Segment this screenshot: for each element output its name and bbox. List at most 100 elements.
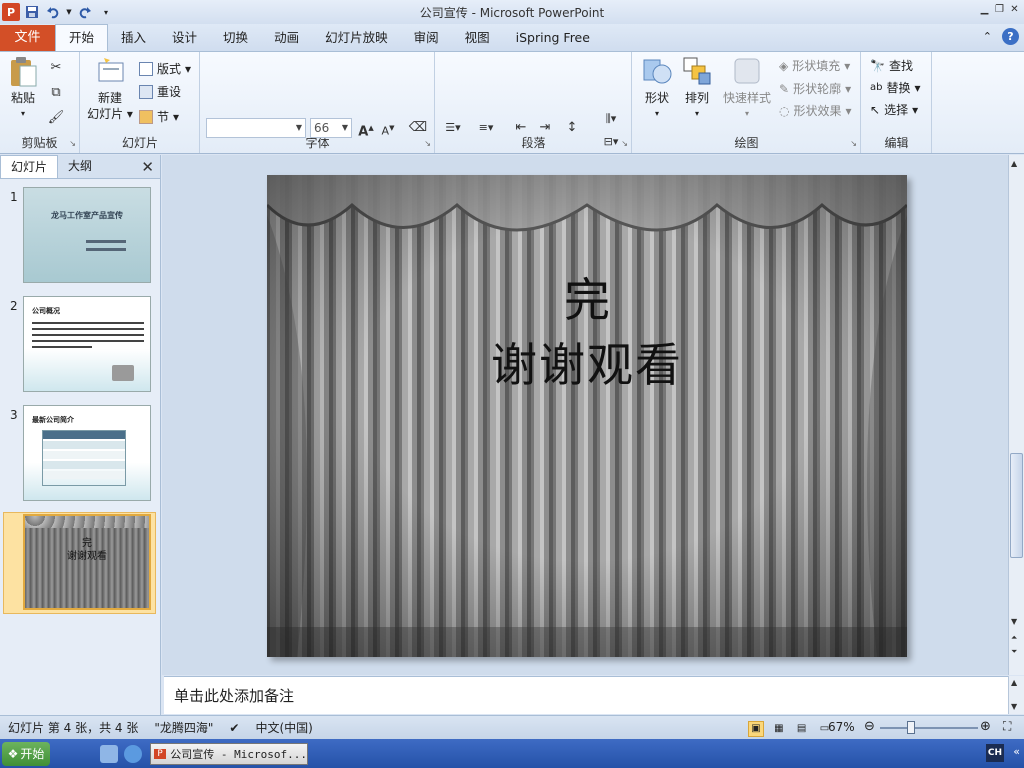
clipboard-launcher-icon[interactable]: ↘	[69, 139, 76, 148]
align-text-icon[interactable]: ⊟▾	[601, 132, 621, 152]
slide-thumbnail-1[interactable]: 龙马工作室产品宣传	[23, 187, 151, 283]
taskbar-powerpoint-item[interactable]: P 公司宣传 - Microsof...	[150, 742, 308, 765]
quick-styles-button[interactable]: 快速样式 ▾	[719, 56, 775, 122]
tab-animations[interactable]: 动画	[261, 25, 312, 51]
normal-view-icon[interactable]: ▣	[748, 721, 764, 737]
notes-scroll-up-icon[interactable]: ▲	[1011, 678, 1017, 687]
reset-button[interactable]: 重设	[139, 83, 181, 100]
customize-quick-access-icon[interactable]: ▾	[97, 3, 115, 21]
reading-view-icon[interactable]: ▤	[794, 721, 810, 737]
shape-fill-button[interactable]: ◈ 形状填充 ▾	[779, 57, 850, 74]
slide-end-text: 完	[564, 273, 610, 327]
shrink-font-icon[interactable]: A▼	[378, 118, 398, 138]
zoom-level[interactable]: 67%	[828, 720, 855, 734]
paragraph-launcher-icon[interactable]: ↘	[621, 139, 628, 148]
tab-home[interactable]: 开始	[55, 24, 109, 51]
previous-slide-icon[interactable]: ⏶	[1011, 633, 1017, 643]
notes-scroll-down-icon[interactable]: ▼	[1011, 702, 1017, 711]
minimize-button[interactable]: ▁	[977, 2, 992, 17]
help-icon[interactable]: ?	[1002, 28, 1019, 45]
vertical-scrollbar[interactable]: ▲ ▼ ⏶ ⏷	[1008, 155, 1024, 675]
file-tab[interactable]: 文件	[0, 25, 55, 51]
grow-font-icon[interactable]: A▲	[356, 118, 376, 139]
arrange-label: 排列	[684, 91, 709, 105]
current-slide[interactable]: 完 谢谢观看	[267, 175, 907, 657]
slides-group-label: 幻灯片	[121, 136, 158, 150]
replace-label: 替换	[886, 81, 911, 95]
shape-effects-button[interactable]: ◌ 形状效果 ▾	[779, 102, 852, 119]
font-size-select[interactable]: 66 ▼	[310, 118, 352, 138]
font-launcher-icon[interactable]: ↘	[424, 139, 431, 148]
arrange-button[interactable]: 排列 ▾	[679, 56, 715, 122]
language-status[interactable]: 中文(中国)	[247, 719, 320, 736]
save-icon[interactable]	[23, 3, 41, 21]
start-button[interactable]: ❖ 开始	[2, 741, 50, 766]
ime-indicator[interactable]: CH	[986, 744, 1004, 762]
notes-scrollbar[interactable]: ▲ ▼	[1008, 676, 1024, 714]
undo-dropdown-icon[interactable]: ▼	[65, 3, 73, 21]
title-bar: P ▼ ▾ 公司宣传 - Microsoft PowerPoint ▁ ❐ ✕	[0, 0, 1024, 24]
close-panel-icon[interactable]: ✕	[141, 158, 154, 176]
close-window-button[interactable]: ✕	[1007, 2, 1022, 17]
shape-outline-button[interactable]: ✎ 形状轮廓 ▾	[779, 80, 851, 97]
undo-icon[interactable]	[44, 3, 62, 21]
redo-icon[interactable]	[76, 3, 94, 21]
thumb-3-title: 最新公司简介	[32, 416, 74, 424]
section-label: 节	[157, 110, 170, 124]
new-slide-label: 新建	[97, 91, 122, 105]
next-slide-icon[interactable]: ⏷	[1011, 647, 1017, 657]
drawing-launcher-icon[interactable]: ↘	[850, 139, 857, 148]
zoom-slider-thumb[interactable]	[907, 721, 916, 734]
spell-check-icon[interactable]: ✔	[221, 721, 247, 735]
tab-design[interactable]: 设计	[159, 25, 210, 51]
replace-button[interactable]: ab 替换 ▾	[870, 79, 921, 96]
notes-pane[interactable]: 单击此处添加备注	[164, 676, 1008, 714]
text-direction-icon[interactable]: ⫼▾	[601, 109, 621, 129]
format-painter-icon[interactable]: 🖌	[46, 108, 66, 128]
tab-ispring[interactable]: iSpring Free	[503, 25, 603, 51]
slide-sorter-view-icon[interactable]: ▦	[771, 721, 787, 737]
shapes-button[interactable]: 形状 ▾	[639, 56, 675, 122]
fit-to-window-icon[interactable]: ⛶	[1003, 719, 1011, 734]
copy-icon[interactable]: ⧉	[46, 83, 66, 103]
tab-slides-panel[interactable]: 幻灯片	[0, 155, 59, 178]
powerpoint-app-icon[interactable]: P	[2, 3, 20, 21]
increase-indent-icon[interactable]: ⇥	[535, 118, 555, 138]
scroll-down-icon[interactable]: ▼	[1011, 617, 1017, 626]
minimize-ribbon-icon[interactable]: ⌃	[983, 30, 992, 43]
powerpoint-task-icon: P	[154, 748, 167, 759]
line-spacing-icon[interactable]: ↕	[562, 118, 582, 138]
slide-thumbnail-2[interactable]: 公司概况	[23, 296, 151, 392]
tray-expand-icon[interactable]: «	[1013, 745, 1020, 758]
select-button[interactable]: ↖ 选择 ▾	[870, 101, 918, 118]
slide-thumbnail-3[interactable]: 最新公司简介	[23, 405, 151, 501]
internet-explorer-icon[interactable]	[124, 744, 142, 763]
layout-button[interactable]: 版式 ▾	[139, 60, 191, 77]
tab-insert[interactable]: 插入	[108, 25, 159, 51]
paste-icon	[8, 56, 38, 87]
tab-review[interactable]: 审阅	[401, 25, 452, 51]
cut-icon[interactable]: ✂	[46, 58, 66, 78]
bullets-icon[interactable]: ☰▾	[443, 118, 463, 138]
scrollbar-thumb[interactable]	[1010, 453, 1023, 558]
numbering-icon[interactable]: ≡▾	[476, 118, 496, 138]
restore-button[interactable]: ❐	[992, 2, 1007, 17]
font-name-select[interactable]: ▼	[206, 118, 306, 138]
zoom-slider[interactable]	[880, 727, 978, 729]
clear-formatting-icon[interactable]: ⌫	[408, 118, 428, 138]
slide-text-box[interactable]: 完 谢谢观看	[267, 270, 907, 400]
tab-outline-panel[interactable]: 大纲	[58, 155, 102, 178]
tab-transitions[interactable]: 切换	[210, 25, 261, 51]
section-button[interactable]: 节 ▾	[139, 108, 179, 125]
scroll-up-icon[interactable]: ▲	[1011, 159, 1017, 168]
zoom-in-icon[interactable]: ⊕	[980, 719, 991, 734]
decrease-indent-icon[interactable]: ⇤	[511, 118, 531, 138]
show-desktop-icon[interactable]	[100, 744, 118, 763]
paste-button[interactable]: 粘贴 ▾	[6, 56, 40, 122]
tab-slideshow[interactable]: 幻灯片放映	[312, 25, 401, 51]
find-button[interactable]: 🔭 查找	[870, 57, 913, 74]
tab-view[interactable]: 视图	[452, 25, 503, 51]
zoom-out-icon[interactable]: ⊖	[864, 719, 875, 734]
new-slide-button[interactable]: 新建 幻灯片 ▾	[85, 56, 135, 122]
slide-thumbnail-4[interactable]: 完 谢谢观看	[23, 514, 151, 610]
